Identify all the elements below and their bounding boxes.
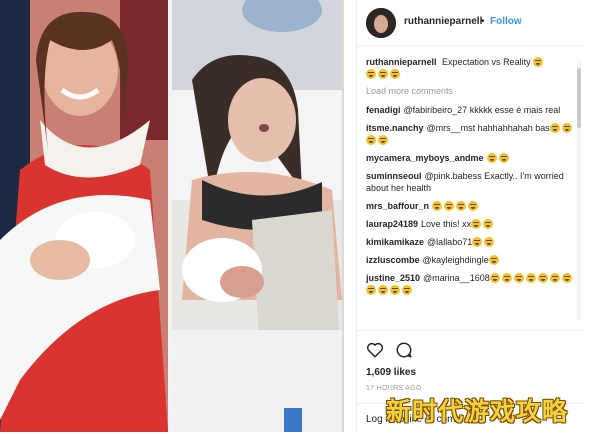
emoji-icon [366, 135, 376, 145]
emoji-icon [366, 285, 376, 295]
emoji-icon [390, 285, 400, 295]
post-image [0, 0, 344, 432]
comment-username[interactable]: fenadigi [366, 105, 401, 115]
comment-items: fenadigi @fabiribeiro_27 kkkkk esse é mai… [366, 104, 578, 296]
emoji-icon [549, 123, 560, 133]
likes-count[interactable]: 1,609 likes [366, 367, 416, 378]
photo-expectation-illustration [0, 0, 168, 432]
emoji-icon [390, 69, 400, 79]
emoji-icon [468, 201, 479, 211]
post-panel: ruthannieparnell • Follow ruthannieparne… [356, 0, 583, 432]
heart-icon[interactable] [366, 341, 384, 359]
comment-username[interactable]: suminnseoul [366, 171, 422, 181]
emoji-icon [484, 237, 495, 247]
post-timestamp: 17 HOURS AGO [366, 385, 422, 392]
emoji-icon [488, 255, 499, 265]
emoji-icon [366, 69, 376, 79]
photo-reality-illustration [172, 0, 342, 432]
caption-text: Expectation vs Reality [442, 57, 531, 67]
separator-dot: • [481, 16, 485, 27]
scrollbar-thumb[interactable] [577, 68, 581, 128]
comment-row: laurap24189 Love this! xx [366, 218, 578, 230]
emoji-icon [378, 285, 388, 295]
comment-row: suminnseoul @pink.babess Exactly.. I'm wo… [366, 170, 578, 194]
avatar[interactable] [366, 8, 396, 38]
watermark-text: 新时代游戏攻略 [386, 397, 569, 426]
emoji-icon [525, 273, 536, 283]
comment-text: @marina__1608 [423, 273, 490, 283]
caption-username[interactable]: ruthannieparnell [366, 57, 437, 67]
emoji-icon [378, 69, 388, 79]
emoji-icon [513, 273, 524, 283]
photo-expectation [0, 0, 168, 432]
comment-row: itsme.nanchy @mrs__mst hahhahhahah bas [366, 122, 578, 146]
avatar-image [366, 8, 396, 38]
comment-username[interactable]: izzluscombe [366, 255, 420, 265]
comment-username[interactable]: itsme.nanchy [366, 123, 424, 133]
comment-username[interactable]: justine_2510 [366, 273, 420, 283]
emoji-icon [471, 219, 482, 229]
emoji-icon [456, 201, 467, 211]
comment-username[interactable]: kimikamikaze [366, 237, 424, 247]
emoji-icon [561, 123, 572, 133]
comment-text: @fabiribeiro_27 kkkkk esse é mais real [403, 105, 561, 115]
comments-list[interactable]: ruthannieparnell Expectation vs Reality … [366, 56, 578, 322]
emoji-icon [483, 219, 494, 229]
comments-scrollbar[interactable] [577, 60, 581, 320]
emoji-icon [486, 153, 497, 163]
comment-row: justine_2510 @marina__1608 [366, 272, 578, 296]
photo-reality [172, 0, 342, 432]
emoji-icon [489, 273, 500, 283]
load-more-comments-link[interactable]: Load more comments [366, 86, 578, 96]
post-username[interactable]: ruthannieparnell [404, 16, 482, 27]
emoji-icon [444, 201, 455, 211]
emoji-icon [472, 237, 483, 247]
comment-username[interactable]: mycamera_myboys_andme [366, 153, 484, 163]
emoji-icon [549, 273, 560, 283]
emoji-icon [561, 273, 572, 283]
emoji-icon [402, 285, 412, 295]
comment-text: Love this! xx [421, 219, 472, 229]
comment-row: izzluscombe @kayleighdingle [366, 254, 578, 266]
comment-text: @mrs__mst hahhahhahah bas [426, 123, 550, 133]
post-header: ruthannieparnell • Follow [357, 0, 583, 47]
emoji-icon [498, 153, 509, 163]
comment-row: kimikamikaze @lallabo71 [366, 236, 578, 248]
comment-text: @lallabo71 [427, 237, 473, 247]
comment-icon[interactable] [395, 341, 413, 359]
emoji-icon [537, 273, 548, 283]
comment-username[interactable]: mrs_baffour_n [366, 201, 429, 211]
comment-text: @kayleighdingle [422, 255, 489, 265]
emoji-icon [501, 273, 512, 283]
emoji-icon [432, 201, 443, 211]
follow-button[interactable]: Follow [490, 16, 522, 27]
emoji-icon [533, 57, 544, 67]
caption: ruthannieparnell Expectation vs Reality [366, 56, 578, 80]
comment-username[interactable]: laurap24189 [366, 219, 418, 229]
comment-row: mycamera_myboys_andme [366, 152, 578, 164]
emoji-icon [378, 135, 388, 145]
comment-row: mrs_baffour_n [366, 200, 578, 212]
comment-row: fenadigi @fabiribeiro_27 kkkkk esse é mai… [366, 104, 578, 116]
